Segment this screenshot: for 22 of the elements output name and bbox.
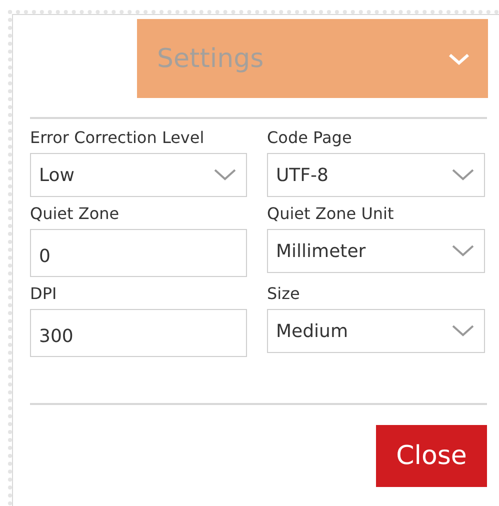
dropdown[interactable]: Millimeter — [267, 229, 485, 273]
dropdown-value: Millimeter — [276, 240, 366, 262]
chevron-icon — [452, 245, 474, 257]
dropdown-value: Low — [39, 164, 74, 186]
field-label: Quiet Zone Unit — [267, 203, 395, 225]
dropdown[interactable]: Medium — [267, 309, 485, 353]
input-field[interactable]: 300 — [30, 309, 247, 357]
field-label: Size — [267, 283, 301, 305]
field-label: DPI — [30, 283, 58, 305]
chevron-icon — [452, 169, 474, 181]
dropdown[interactable]: UTF-8 — [267, 153, 485, 197]
field-label: Quiet Zone — [30, 203, 120, 225]
dropdown-value: Medium — [276, 320, 348, 342]
dropdown-value: UTF-8 — [276, 164, 328, 186]
input-field[interactable]: 0 — [30, 229, 247, 277]
chevron-icon — [448, 52, 470, 66]
chevron-icon — [214, 169, 236, 181]
close-button[interactable]: Close — [376, 425, 487, 487]
field-label: Error Correction Level — [30, 127, 206, 149]
dropdown[interactable]: Low — [30, 153, 247, 197]
chevron-icon — [452, 325, 474, 337]
field-label: Code Page — [267, 127, 353, 149]
